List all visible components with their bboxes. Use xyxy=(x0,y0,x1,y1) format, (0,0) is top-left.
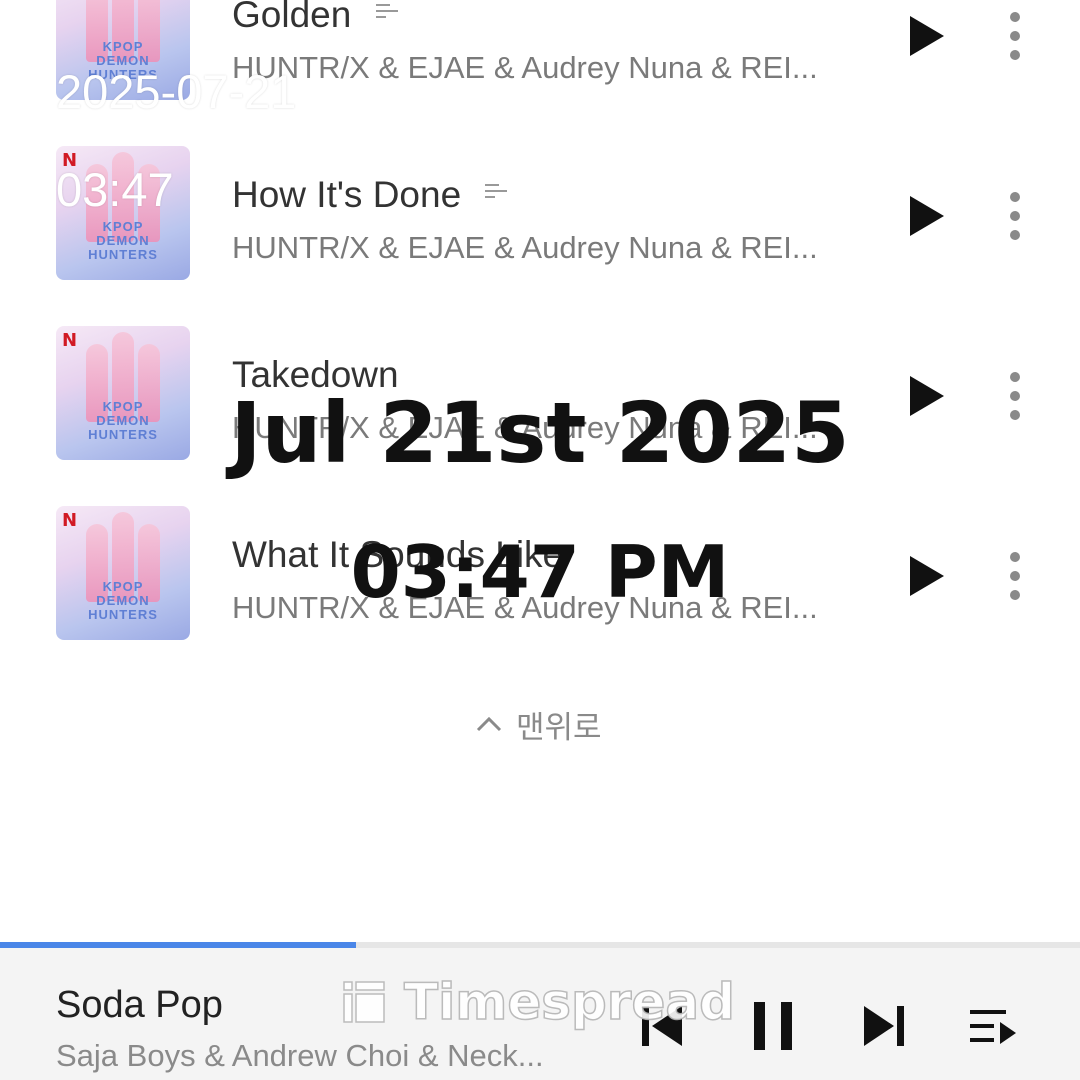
playlist-queue-icon[interactable] xyxy=(968,1006,1018,1046)
scroll-to-top-label: 맨위로 xyxy=(516,709,602,745)
chevron-up-icon xyxy=(476,716,502,732)
netflix-badge: N xyxy=(62,510,78,531)
overlay-date-large: Jul 21st 2025 xyxy=(230,384,850,482)
timespread-brand-text: Timespread xyxy=(403,972,735,1032)
track-title: How It's Done xyxy=(232,174,508,216)
play-icon[interactable] xyxy=(906,194,946,238)
netflix-badge: N xyxy=(62,330,78,351)
overlay-date-small: 2025-07-21 xyxy=(56,65,297,118)
now-playing-artist: Saja Boys & Andrew Choi & Neck... xyxy=(56,1038,544,1073)
pause-icon[interactable] xyxy=(752,1000,794,1052)
album-art-caption: KPOP DEMON HUNTERS xyxy=(88,219,158,262)
overlay-time-small: 03:47 xyxy=(56,163,174,216)
more-vertical-icon[interactable] xyxy=(1002,12,1028,60)
now-playing-title: Soda Pop xyxy=(56,984,223,1026)
track-artist: HUNTR/X & EJAE & Audrey Nuna & REI... xyxy=(232,230,818,265)
more-vertical-icon[interactable] xyxy=(1002,192,1028,240)
scroll-to-top-button[interactable]: 맨위로 xyxy=(476,702,602,746)
track-title: Golden xyxy=(232,0,398,36)
play-icon[interactable] xyxy=(906,14,946,58)
timespread-logo-icon xyxy=(343,981,385,1023)
timespread-watermark: Timespread xyxy=(340,972,736,1032)
track-artist: HUNTR/X & EJAE & Audrey Nuna & REI... xyxy=(232,50,818,85)
skip-next-icon[interactable] xyxy=(862,1004,906,1048)
overlay-time-large: 03:47 PM xyxy=(350,530,730,614)
lyrics-icon xyxy=(375,2,398,20)
lyrics-icon xyxy=(485,182,508,200)
